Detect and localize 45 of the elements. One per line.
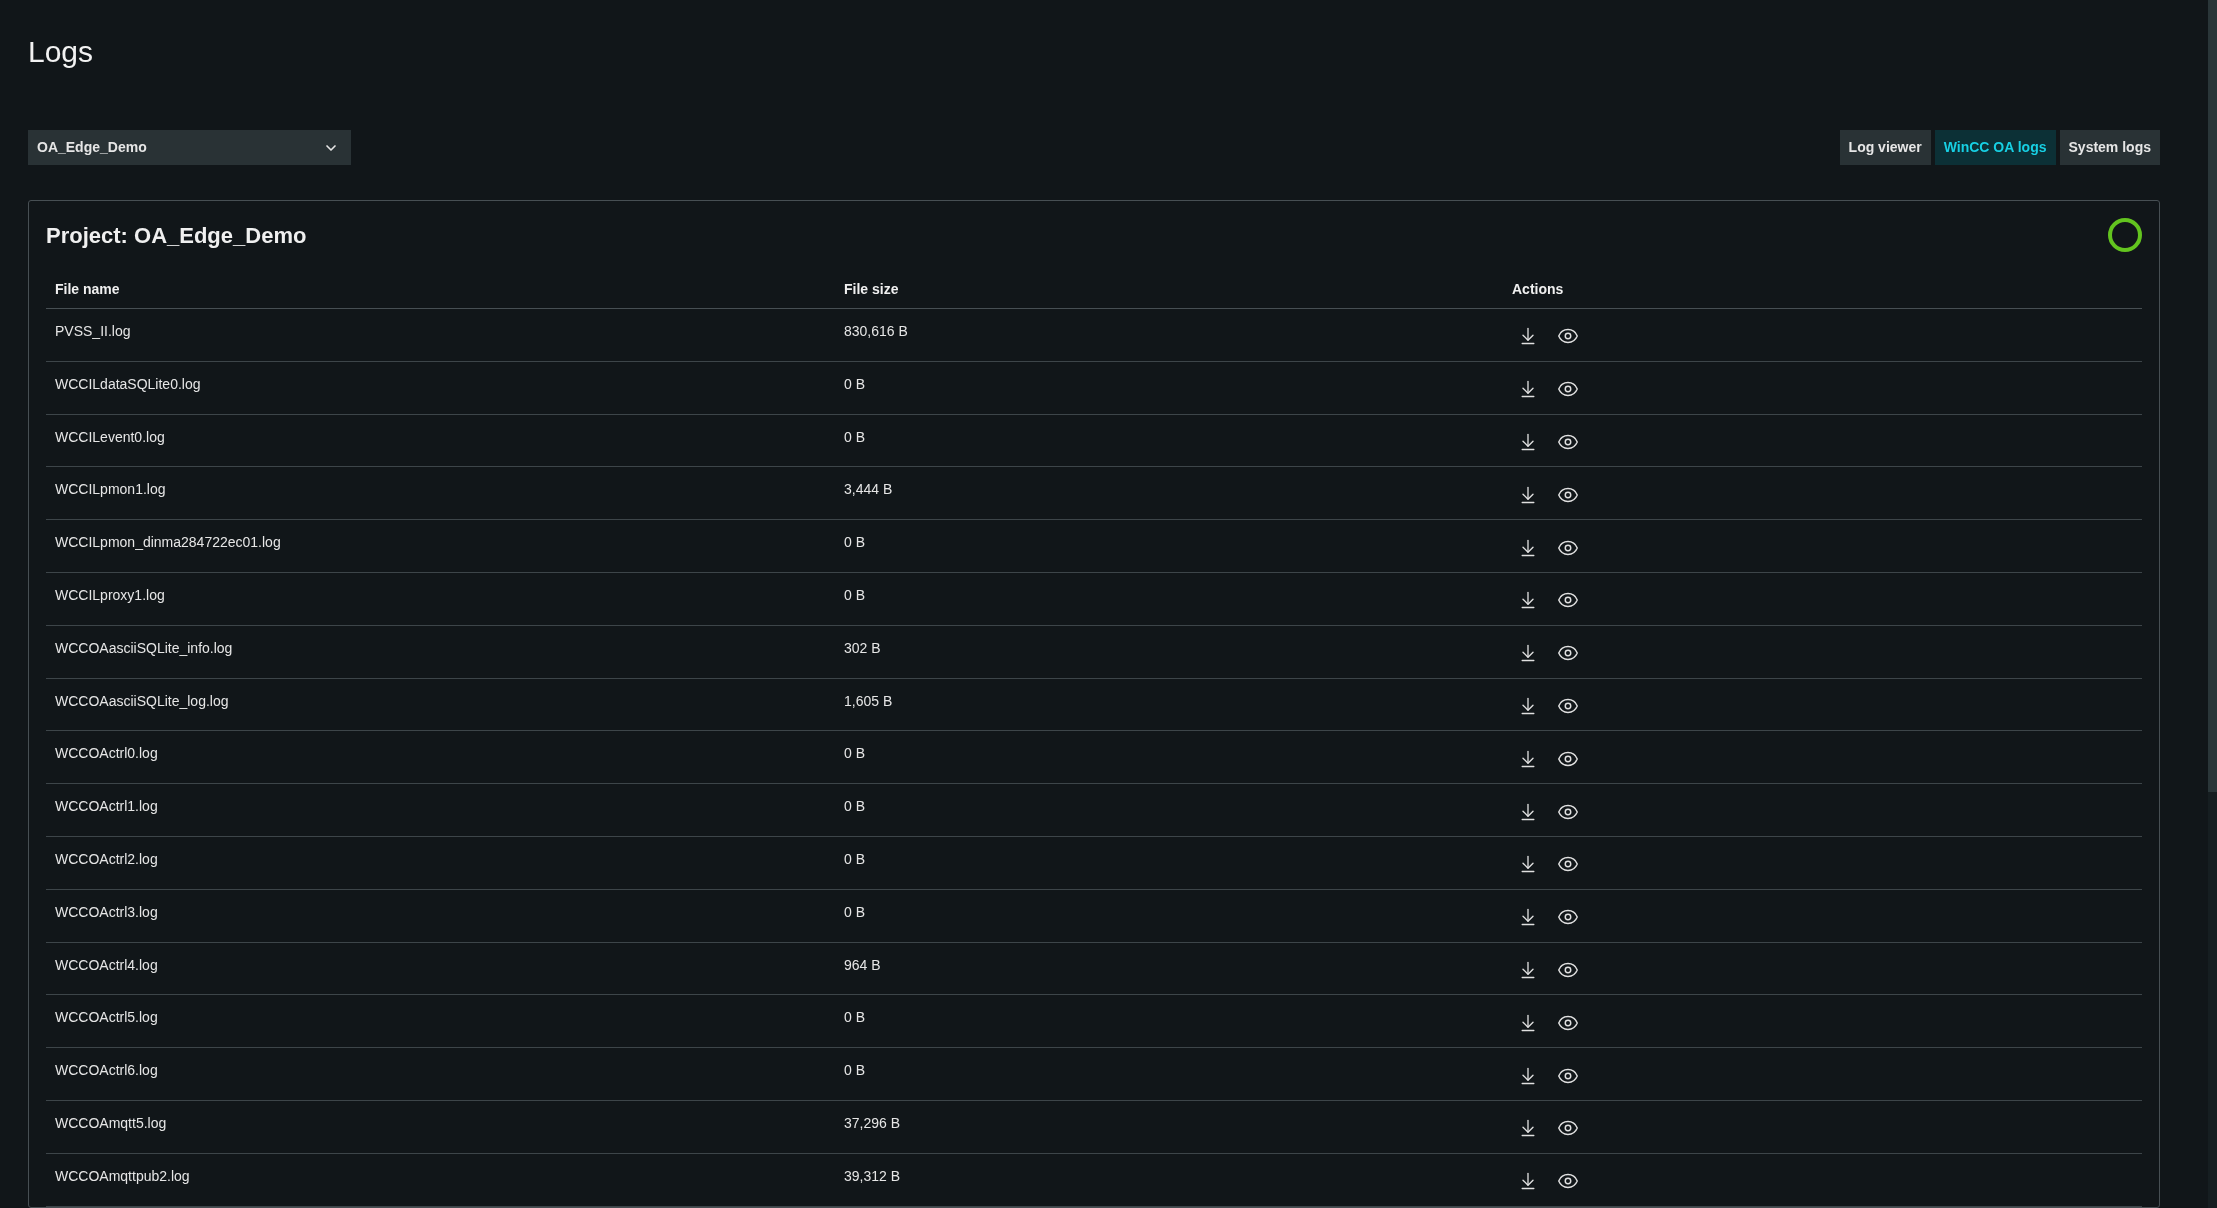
file-name-cell: WCCILproxy1.log (55, 587, 165, 603)
file-name-cell: WCCOAmqttpub2.log (55, 1167, 190, 1184)
file-name-cell: PVSS_II.log (55, 323, 131, 339)
file-size-cell: 0 B (844, 1062, 865, 1079)
file-name-cell: WCCOActrl4.log (55, 956, 158, 973)
column-header: File size (844, 280, 899, 297)
file-size-cell: 0 B (844, 428, 865, 445)
file-name-cell: WCCILdataSQLite0.log (55, 375, 201, 392)
page-title: Logs (28, 34, 94, 70)
column-header: File name (55, 280, 120, 297)
file-size-cell: 3,444 B (844, 481, 893, 498)
file-size-cell: 0 B (844, 798, 865, 815)
file-name-cell: WCCOActrl5.log (55, 1009, 158, 1026)
file-size-cell: 0 B (844, 375, 865, 392)
file-size-cell: 37,296 B (844, 1114, 901, 1131)
file-size-cell: 0 B (844, 745, 865, 762)
file-name-cell: WCCOAmqtt5.log (55, 1114, 167, 1131)
panel-title: Project: OA_Edge_Demo (46, 221, 307, 250)
file-name-cell: WCCILevent0.log (55, 428, 165, 445)
file-size-cell: 0 B (844, 903, 865, 920)
view-tab[interactable]: Log viewer (1839, 130, 1931, 165)
file-name-cell: WCCOActrl2.log (55, 850, 158, 867)
file-name-cell: WCCOActrl1.log (55, 798, 158, 815)
file-name-cell: WCCILpmon_dinma284722ec01.log (55, 534, 281, 551)
view-tab[interactable]: System logs (2059, 130, 2160, 165)
file-size-cell: 0 B (844, 587, 865, 603)
status-ring-icon (2108, 218, 2142, 252)
file-size-cell: 0 B (844, 850, 865, 867)
file-name-cell: WCCOAasciiSQLite_info.log (55, 639, 233, 656)
file-size-cell: 0 B (844, 1009, 865, 1026)
file-name-cell: WCCILpmon1.log (55, 481, 166, 498)
file-name-cell: WCCOActrl0.log (55, 745, 158, 762)
scrollbar-thumb[interactable] (2208, 0, 2217, 792)
project-select[interactable]: OA_Edge_Demo (28, 130, 351, 165)
file-name-cell: WCCOAasciiSQLite_log.log (55, 692, 229, 709)
file-name-cell: WCCOActrl6.log (55, 1062, 158, 1079)
file-size-cell: 964 B (844, 956, 881, 973)
file-name-cell: WCCOActrl3.log (55, 903, 158, 920)
file-size-cell: 830,616 B (844, 323, 908, 339)
file-size-cell: 0 B (844, 534, 865, 551)
file-size-cell: 1,605 B (844, 692, 893, 709)
file-size-cell: 39,312 B (844, 1167, 901, 1184)
view-tab[interactable]: WinCC OA logs (1934, 130, 2056, 165)
file-size-cell: 302 B (844, 639, 881, 656)
column-header: Actions (1512, 280, 1564, 297)
